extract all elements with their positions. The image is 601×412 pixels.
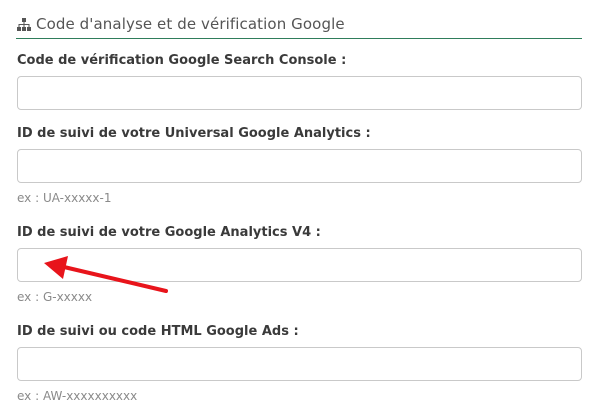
section-title: Code d'analyse et de vérification Google: [36, 15, 345, 33]
google-ads-label: ID de suivi ou code HTML Google Ads :: [17, 324, 299, 339]
search-console-field: Code de vérification Google Search Conso…: [17, 52, 582, 110]
universal-analytics-label: ID de suivi de votre Universal Google An…: [17, 126, 371, 141]
analytics-v4-label: ID de suivi de votre Google Analytics V4…: [17, 225, 321, 240]
section-header: Code d'analyse et de vérification Google: [16, 10, 582, 39]
analytics-v4-field: ID de suivi de votre Google Analytics V4…: [17, 224, 582, 305]
search-console-label: Code de vérification Google Search Conso…: [17, 53, 347, 68]
universal-analytics-hint: ex : UA-xxxxx-1: [17, 191, 112, 205]
analytics-v4-hint: ex : G-xxxxx: [17, 290, 93, 304]
analytics-v4-input[interactable]: [17, 248, 582, 282]
google-ads-field: ID de suivi ou code HTML Google Ads : ex…: [17, 323, 582, 404]
universal-analytics-field: ID de suivi de votre Universal Google An…: [17, 125, 582, 206]
search-console-input[interactable]: [17, 76, 582, 110]
sitemap-icon: [16, 16, 32, 32]
google-ads-hint: ex : AW-xxxxxxxxxx: [17, 389, 138, 403]
google-analytics-settings: Code d'analyse et de vérification Google…: [0, 0, 601, 412]
universal-analytics-input[interactable]: [17, 149, 582, 183]
google-ads-input[interactable]: [17, 347, 582, 381]
